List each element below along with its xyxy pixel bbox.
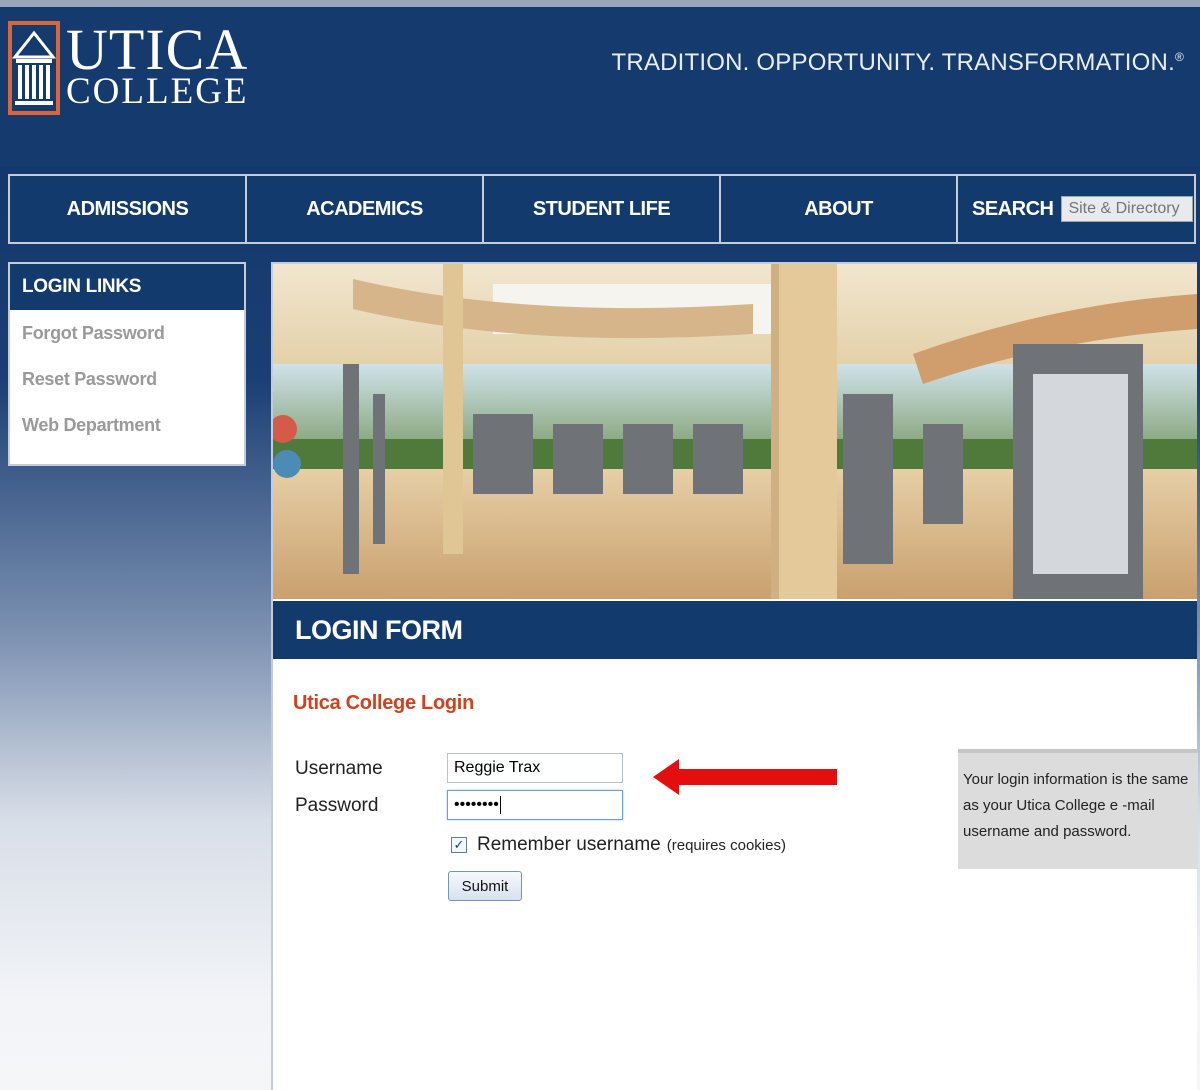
nav-academics[interactable]: ACADEMICS [247,176,484,242]
login-info-box: Your login information is the same as yo… [958,749,1198,869]
top-strip [0,0,1200,7]
nav-about[interactable]: ABOUT [721,176,958,242]
nav-admissions[interactable]: ADMISSIONS [10,176,247,242]
login-links-heading: LOGIN LINKS [10,264,244,310]
submit-button[interactable]: Submit [448,871,522,901]
login-form-title: Utica College Login [293,692,474,714]
search-label: SEARCH [972,197,1054,220]
username-label: Username [295,758,383,779]
building-logo-icon [8,21,60,115]
username-field[interactable]: Reggie Trax [447,753,623,783]
login-links-panel: LOGIN LINKS Forgot Password Reset Passwo… [8,262,246,466]
main-content: LOGIN FORM Utica College Login Username … [271,262,1198,1090]
reset-password-link[interactable]: Reset Password [10,356,244,402]
password-field[interactable]: •••••••• [447,790,623,820]
forgot-password-link[interactable]: Forgot Password [10,310,244,356]
login-info-text: Your login information is the same as yo… [963,771,1189,840]
cookies-note: (requires cookies) [666,836,786,854]
red-arrow-icon [653,759,837,795]
password-label: Password [295,795,379,816]
nav-search: SEARCH [958,176,1194,242]
username-value: Reggie Trax [454,759,541,776]
fitness-center-photo [273,264,1197,599]
registered-mark: ® [1174,50,1184,64]
tagline: TRADITION. OPPORTUNITY. TRANSFORMATION.® [612,49,1184,77]
remember-checkbox[interactable]: ✓ [451,837,467,853]
tagline-text: TRADITION. OPPORTUNITY. TRANSFORMATION. [611,49,1175,76]
login-form-header: LOGIN FORM [273,601,1197,659]
remember-username-row: ✓ Remember username (requires cookies) [451,834,786,856]
logo-line-college: COLLEGE [66,71,249,112]
text-cursor [499,796,501,814]
nav-student-life[interactable]: STUDENT LIFE [484,176,721,242]
password-value: •••••••• [454,796,499,813]
web-department-link[interactable]: Web Department [10,402,244,448]
main-nav: ADMISSIONS ACADEMICS STUDENT LIFE ABOUT … [8,174,1196,244]
remember-label: Remember username [477,834,661,855]
college-logo[interactable]: UTICA COLLEGE [8,21,249,115]
search-input[interactable] [1061,196,1194,222]
logo-wordmark: UTICA COLLEGE [66,21,249,112]
site-header: UTICA COLLEGE TRADITION. OPPORTUNITY. TR… [0,7,1200,167]
